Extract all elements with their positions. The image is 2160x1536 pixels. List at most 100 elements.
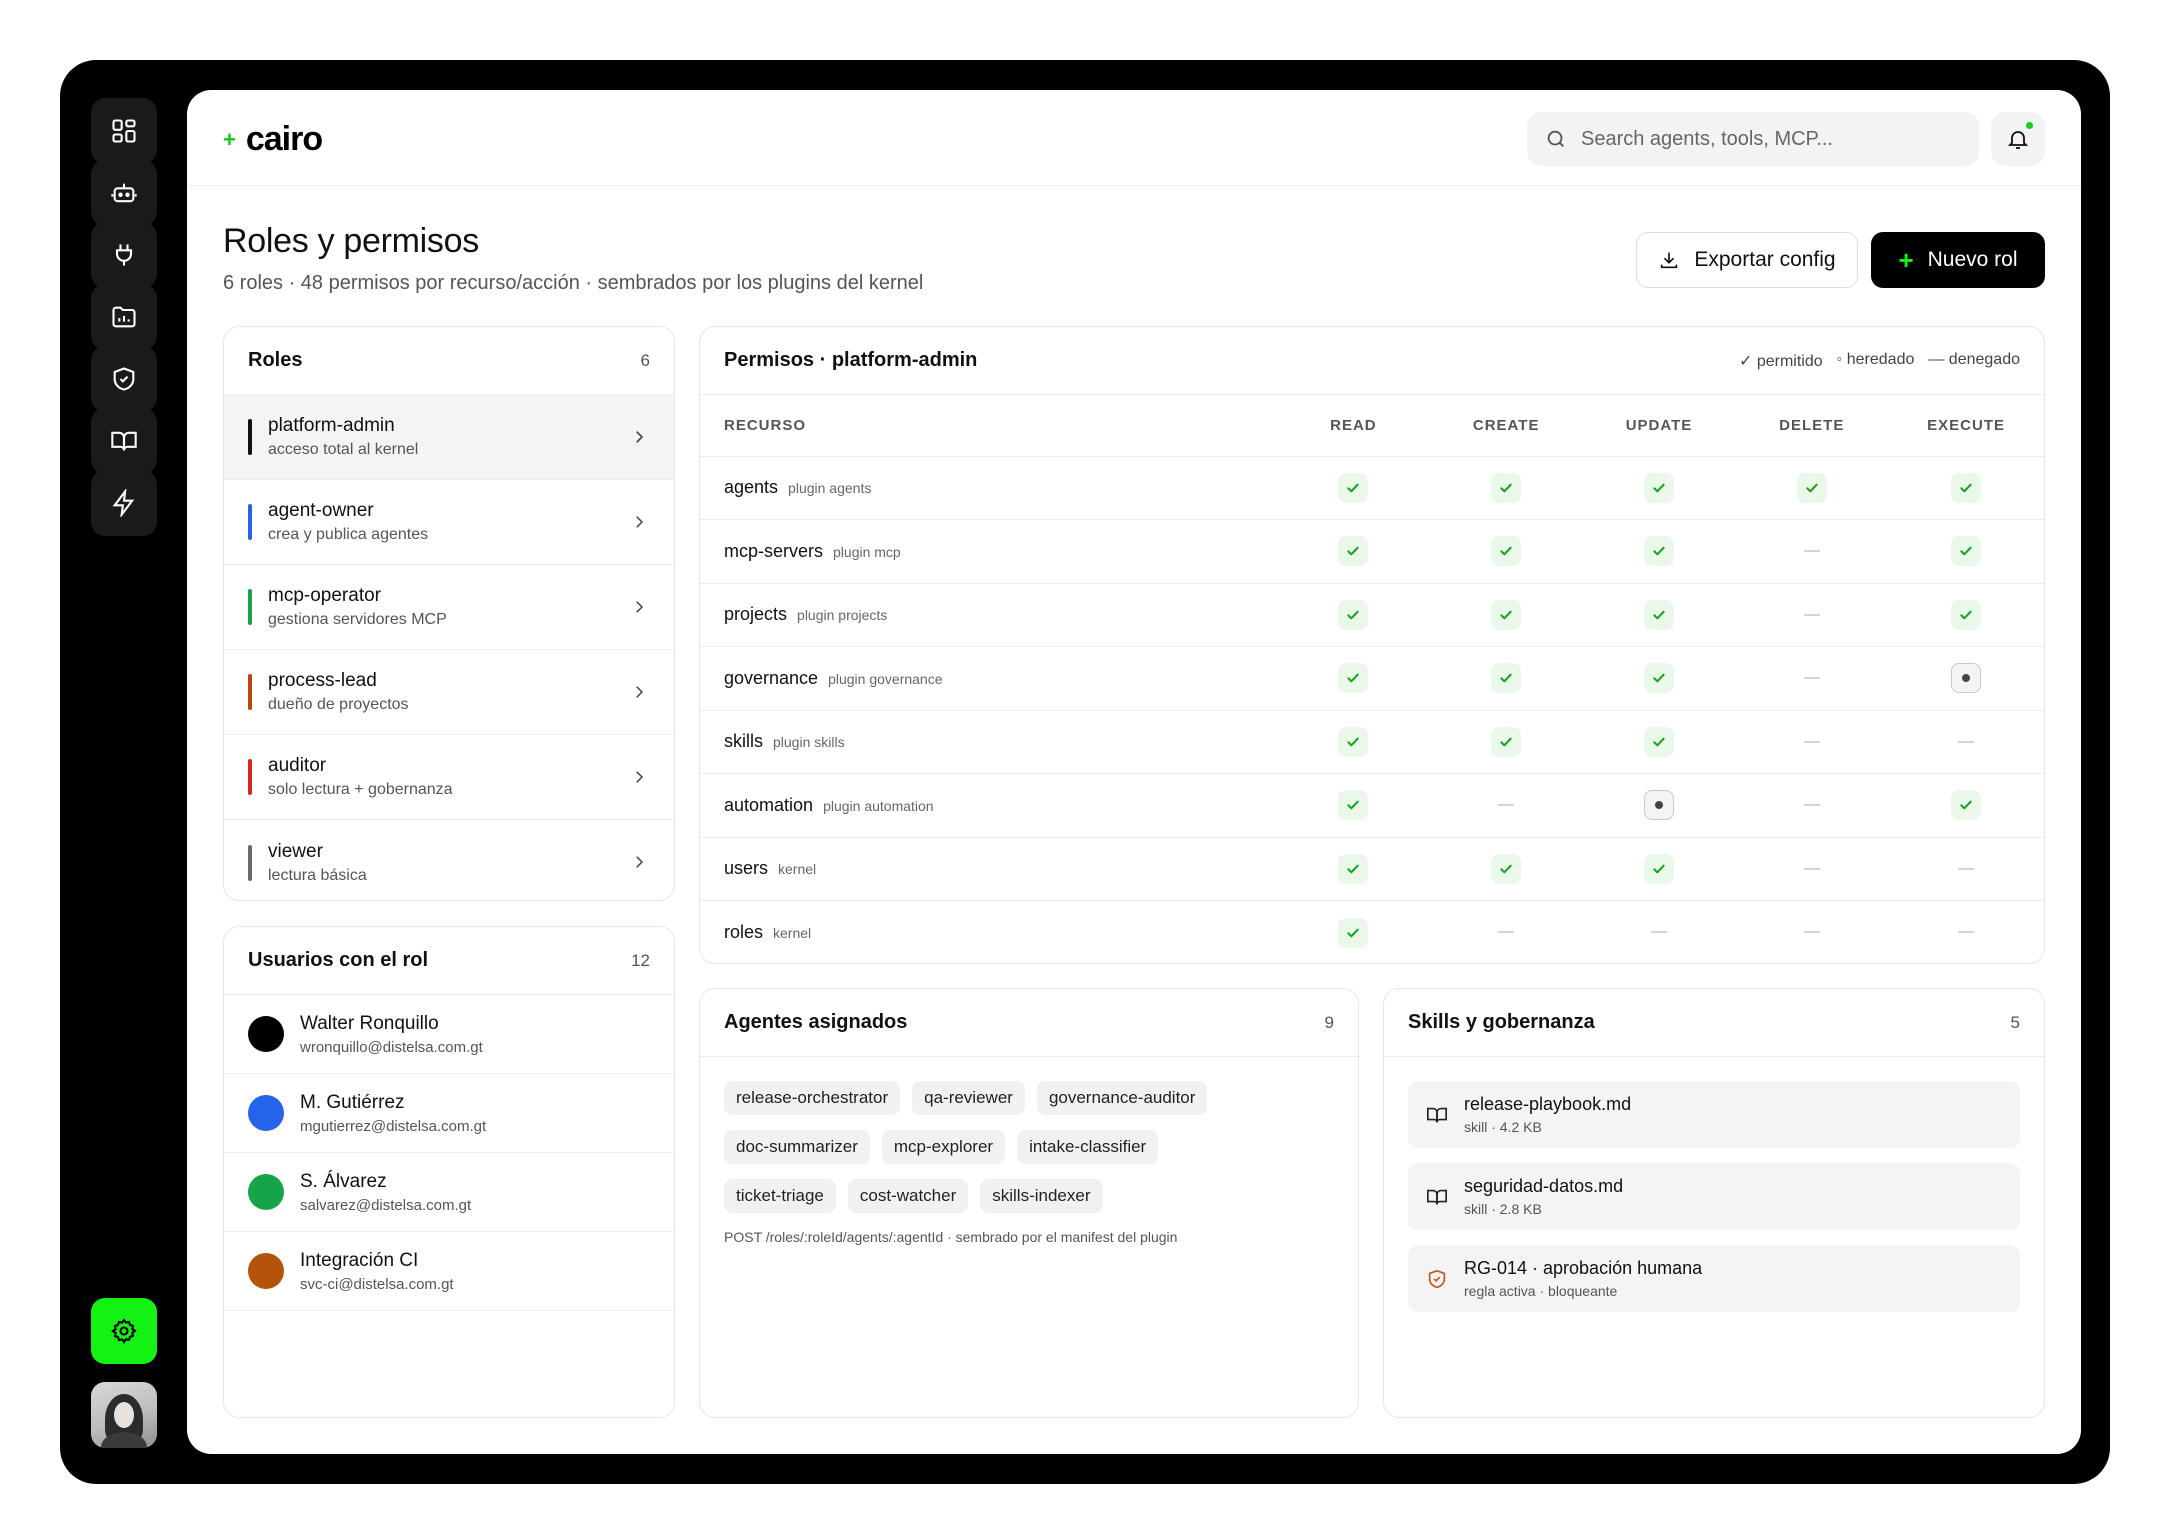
skill-item[interactable]: seguridad-datos.md skill · 2.8 KB xyxy=(1408,1163,2020,1230)
bolt-icon xyxy=(112,489,135,517)
denied-dash-icon[interactable] xyxy=(1803,613,1820,616)
search-input[interactable] xyxy=(1581,127,1961,151)
resource-plugin: kernel xyxy=(778,861,817,878)
agent-chip[interactable]: ticket-triage xyxy=(724,1179,836,1213)
users-header: Usuarios con el rol 12 xyxy=(224,927,674,995)
allowed-check-icon[interactable] xyxy=(1796,472,1827,503)
rail-dashboard-button[interactable] xyxy=(91,98,157,164)
denied-dash-icon[interactable] xyxy=(1498,804,1515,807)
user-row[interactable]: Walter Ronquillo wronquillo@distelsa.com.… xyxy=(224,995,674,1074)
roles-count: 6 xyxy=(640,350,650,370)
allowed-check-icon[interactable] xyxy=(1491,726,1522,757)
allowed-check-icon[interactable] xyxy=(1491,472,1522,503)
allowed-check-icon[interactable] xyxy=(1643,536,1674,567)
allowed-check-icon[interactable] xyxy=(1491,599,1522,630)
allowed-check-icon[interactable] xyxy=(1951,790,1982,821)
rail-skills-button[interactable] xyxy=(91,408,157,474)
role-item-auditor[interactable]: auditor solo lectura + gobernanza xyxy=(224,735,674,820)
resource-name: projects xyxy=(724,604,788,625)
role-item-platform-admin[interactable]: platform-admin acceso total al kernel xyxy=(224,395,674,480)
allowed-check-icon[interactable] xyxy=(1951,599,1982,630)
allowed-check-icon[interactable] xyxy=(1338,663,1369,694)
denied-dash-icon[interactable] xyxy=(1803,931,1820,934)
denied-dash-icon[interactable] xyxy=(1803,804,1820,807)
app-logo[interactable]: + cairo xyxy=(223,120,323,159)
agent-chip[interactable]: mcp-explorer xyxy=(881,1130,1006,1164)
users-count: 12 xyxy=(631,950,650,970)
export-config-button[interactable]: Exportar config xyxy=(1636,232,1858,288)
topbar: + cairo xyxy=(187,90,2081,186)
role-item-viewer[interactable]: viewer lectura básica xyxy=(224,820,674,900)
user-row[interactable]: S. Álvarez salvarez@distelsa.com.gt xyxy=(224,1153,674,1232)
role-item-mcp-operator[interactable]: mcp-operator gestiona servidores MCP xyxy=(224,565,674,650)
rail-agents-button[interactable] xyxy=(91,160,157,226)
new-role-button[interactable]: + Nuevo rol xyxy=(1871,232,2045,288)
user-row[interactable]: M. Gutiérrez mgutierrez@distelsa.com.gt xyxy=(224,1074,674,1153)
allowed-check-icon[interactable] xyxy=(1643,599,1674,630)
search-box[interactable] xyxy=(1527,112,1979,166)
denied-dash-icon[interactable] xyxy=(1958,867,1975,870)
page-subtitle: 6 roles · 48 permisos por recurso/acción… xyxy=(223,272,924,294)
download-icon xyxy=(1661,252,1678,269)
denied-dash-icon[interactable] xyxy=(1650,931,1667,934)
allowed-check-icon[interactable] xyxy=(1338,599,1369,630)
column-header: EXECUTE xyxy=(1888,395,2044,457)
allowed-check-icon[interactable] xyxy=(1643,726,1674,757)
role-item-agent-owner[interactable]: agent-owner crea y publica agentes xyxy=(224,480,674,565)
inherited-dot-icon[interactable] xyxy=(1643,790,1674,821)
allowed-check-icon[interactable] xyxy=(1338,726,1369,757)
icon-rail xyxy=(60,60,187,1484)
agent-chip[interactable]: governance-auditor xyxy=(1036,1081,1208,1115)
allowed-check-icon[interactable] xyxy=(1491,536,1522,567)
inherited-dot-icon[interactable] xyxy=(1951,663,1982,694)
denied-dash-icon[interactable] xyxy=(1803,740,1820,743)
resource-name: agents xyxy=(724,477,779,498)
governance-rule-item[interactable]: RG-014 · aprobación humana regla activa ·… xyxy=(1408,1245,2020,1312)
allowed-check-icon[interactable] xyxy=(1951,536,1982,567)
role-item-process-lead[interactable]: process-lead dueño de proyectos xyxy=(224,650,674,735)
allowed-check-icon[interactable] xyxy=(1338,853,1369,884)
plus-icon: + xyxy=(1898,244,1914,275)
allowed-check-icon[interactable] xyxy=(1491,663,1522,694)
denied-dash-icon[interactable] xyxy=(1803,677,1820,680)
allowed-check-icon[interactable] xyxy=(1338,917,1369,948)
rule-name: RG-014 · aprobación humana xyxy=(1464,1258,1703,1278)
gear-icon xyxy=(111,1318,137,1344)
search-icon xyxy=(1547,130,1564,147)
agent-chip[interactable]: intake-classifier xyxy=(1017,1130,1159,1164)
agent-chip[interactable]: doc-summarizer xyxy=(724,1130,870,1164)
chevron-right-icon xyxy=(636,431,644,443)
allowed-check-icon[interactable] xyxy=(1338,536,1369,567)
agent-chip[interactable]: release-orchestrator xyxy=(724,1081,901,1115)
rail-projects-button[interactable] xyxy=(91,284,157,350)
allowed-check-icon[interactable] xyxy=(1643,472,1674,503)
rail-governance-button[interactable] xyxy=(91,346,157,412)
denied-dash-icon[interactable] xyxy=(1803,550,1820,553)
denied-dash-icon[interactable] xyxy=(1958,740,1975,743)
column-header: RECURSO xyxy=(700,395,1278,457)
permissions-body: agents plugin agents mcp-servers plugin mc… xyxy=(700,456,2044,963)
allowed-check-icon[interactable] xyxy=(1338,472,1369,503)
agent-chip[interactable]: cost-watcher xyxy=(847,1179,969,1213)
denied-dash-icon[interactable] xyxy=(1803,867,1820,870)
rail-mcp-button[interactable] xyxy=(91,222,157,288)
user-avatar[interactable] xyxy=(91,1382,157,1448)
allowed-check-icon[interactable] xyxy=(1951,472,1982,503)
page-title: Roles y permisos xyxy=(223,222,479,260)
role-name: agent-owner xyxy=(268,500,374,521)
allowed-check-icon[interactable] xyxy=(1338,790,1369,821)
agent-chip[interactable]: qa-reviewer xyxy=(912,1081,1025,1115)
denied-dash-icon[interactable] xyxy=(1958,931,1975,934)
allowed-check-icon[interactable] xyxy=(1643,663,1674,694)
notifications-button[interactable] xyxy=(1991,112,2045,166)
agents-api-note: POST /roles/:roleId/agents/:agentId · se… xyxy=(724,1229,1178,1245)
denied-dash-icon[interactable] xyxy=(1498,931,1515,934)
user-row[interactable]: Integración CI svc-ci@distelsa.com.gt xyxy=(224,1232,674,1311)
agent-chip[interactable]: skills-indexer xyxy=(980,1179,1103,1213)
allowed-check-icon[interactable] xyxy=(1491,853,1522,884)
chevron-right-icon xyxy=(636,856,644,868)
allowed-check-icon[interactable] xyxy=(1643,853,1674,884)
rail-settings-button[interactable] xyxy=(91,1298,157,1364)
skill-item[interactable]: release-playbook.md skill · 4.2 KB xyxy=(1408,1081,2020,1148)
rail-automation-button[interactable] xyxy=(91,470,157,536)
